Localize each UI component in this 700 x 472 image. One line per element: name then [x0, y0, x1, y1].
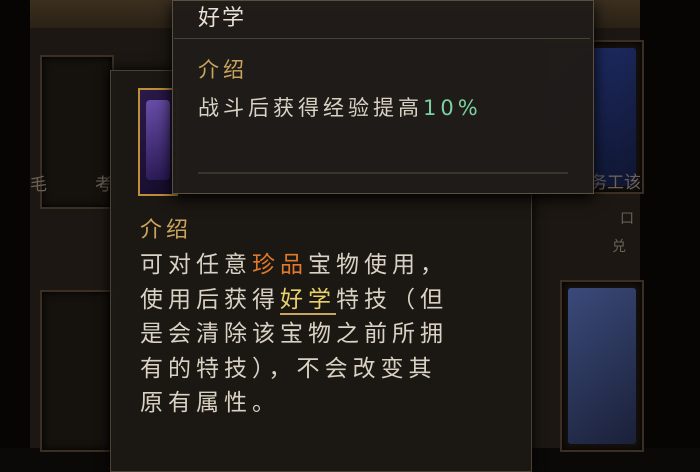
desc-line3: 是会清除该宝物之前所拥	[140, 321, 448, 347]
item-section-heading: 介绍	[140, 218, 193, 243]
left-edge	[0, 0, 30, 448]
item-art	[568, 288, 636, 444]
inventory-slot[interactable]	[40, 290, 114, 452]
skill-link[interactable]: 好学	[280, 286, 336, 315]
skill-title: 好学	[198, 6, 247, 31]
skill-section-heading: 介绍	[198, 58, 248, 82]
background-label: 毛	[30, 175, 47, 195]
skill-desc-text: 战斗后获得经验提高	[198, 96, 423, 120]
rarity-highlight: 珍品	[252, 252, 308, 278]
desc-line1-a: 可对任意	[140, 252, 252, 278]
right-edge	[640, 0, 700, 448]
desc-line1-b: 宝物使用，	[308, 252, 448, 278]
skill-footer-divider	[198, 172, 568, 174]
desc-line2-a: 使用后获得	[140, 286, 280, 313]
inventory-slot[interactable]	[560, 280, 644, 452]
desc-line2-b: 特技（但	[336, 286, 448, 313]
item-description: 可对任意珍品宝物使用， 使用后获得好学特技（但 是会清除该宝物之前所拥 有的特技…	[140, 248, 520, 421]
item-icon-art	[146, 100, 170, 180]
background-label: 务工该	[590, 173, 641, 193]
desc-line5: 原有属性。	[140, 390, 280, 416]
background-label: 口	[620, 211, 634, 227]
background-label: 兑	[612, 239, 626, 255]
skill-divider	[174, 38, 590, 39]
desc-line4: 有的特技），不会改变其	[140, 355, 437, 382]
skill-description: 战斗后获得经验提高10%	[198, 92, 482, 122]
skill-bonus-value: 10%	[423, 96, 482, 120]
